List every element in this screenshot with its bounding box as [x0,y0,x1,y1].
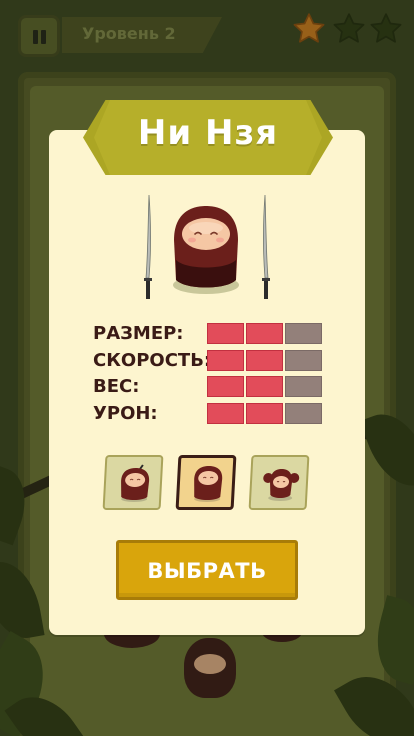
monkey-ninja-avatar [263,469,300,501]
stat-segment-empty [285,323,322,344]
stat-segment-filled [207,323,244,344]
stat-bar-size [207,323,322,344]
stat-label-size: РАЗМЕР: [93,323,184,344]
character-option-ni-nzya[interactable] [175,455,237,510]
character-option-monkey-ninja[interactable] [248,455,310,510]
stat-segment-filled [246,376,283,397]
ninja-sword-avatar [121,464,150,502]
stat-label-weight: ВЕС: [93,376,140,397]
stat-segment-filled [246,403,283,424]
choose-button-label: ВЫБРАТЬ [147,559,267,583]
stat-bar-speed [207,350,322,371]
stat-bar-weight [207,376,322,397]
katana-icon [261,193,271,303]
stat-segment-empty [285,403,322,424]
stat-segment-filled [246,350,283,371]
stat-segment-empty [285,350,322,371]
character-name: Ни Нзя [137,113,279,153]
stat-label-damage: УРОН: [93,403,158,424]
stat-segment-filled [207,376,244,397]
ninja-avatar [173,206,239,294]
stat-segment-empty [285,376,322,397]
stat-bar-damage [207,403,322,424]
stat-segment-filled [207,403,244,424]
ni-nzya-avatar [194,466,223,502]
stat-segment-filled [207,350,244,371]
character-option-ninja-sword[interactable] [102,455,164,510]
choose-button[interactable]: ВЫБРАТЬ [116,540,298,600]
katana-icon [143,193,153,303]
stat-label-speed: СКОРОСТЬ: [93,350,212,371]
stat-segment-filled [246,323,283,344]
